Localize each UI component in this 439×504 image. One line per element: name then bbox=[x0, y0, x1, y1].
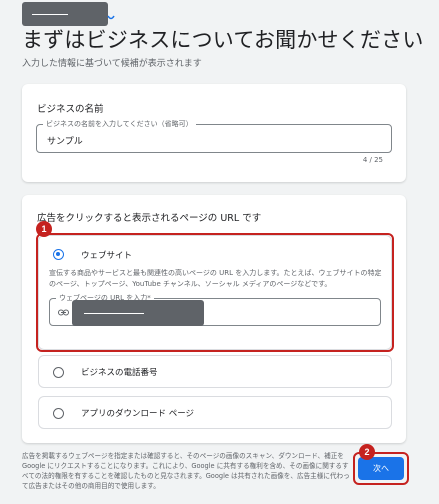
option-phone[interactable]: ビジネスの電話番号 bbox=[38, 355, 392, 388]
business-name-title: ビジネスの名前 bbox=[37, 104, 104, 115]
redacted-header bbox=[22, 2, 108, 26]
option-app-download-label: アプリのダウンロード ページ bbox=[81, 409, 195, 419]
business-name-field[interactable]: ビジネスの名前を入力してください（省略可） サンプル bbox=[36, 119, 392, 153]
business-name-value: サンプル bbox=[47, 137, 83, 147]
step-marker-1: 1 bbox=[36, 221, 52, 237]
page-subtitle: 入力した情報に基づいて候補が表示されます bbox=[22, 59, 202, 69]
radio-app-download[interactable] bbox=[53, 408, 64, 419]
image-rights-notice: 広告を掲載するウェブページを指定または確認すると、そのページの画像のスキャン、ダ… bbox=[22, 452, 350, 490]
loading-arc-icon bbox=[107, 15, 115, 20]
character-counter: 4 / 25 bbox=[362, 156, 383, 164]
option-app-download[interactable]: アプリのダウンロード ページ bbox=[38, 396, 392, 429]
page-title: まずはビジネスについてお聞かせください bbox=[22, 28, 424, 52]
destination-title: 広告をクリックすると表示されるページの URL です bbox=[37, 213, 262, 224]
business-name-card: ビジネスの名前 ビジネスの名前を入力してください（省略可） サンプル 4 / 2… bbox=[22, 84, 406, 182]
business-name-field-label: ビジネスの名前を入力してください（省略可） bbox=[43, 119, 196, 129]
option-phone-label: ビジネスの電話番号 bbox=[81, 368, 158, 378]
highlight-website-option bbox=[36, 233, 394, 352]
step-marker-2: 2 bbox=[359, 444, 375, 460]
radio-phone[interactable] bbox=[53, 367, 64, 378]
